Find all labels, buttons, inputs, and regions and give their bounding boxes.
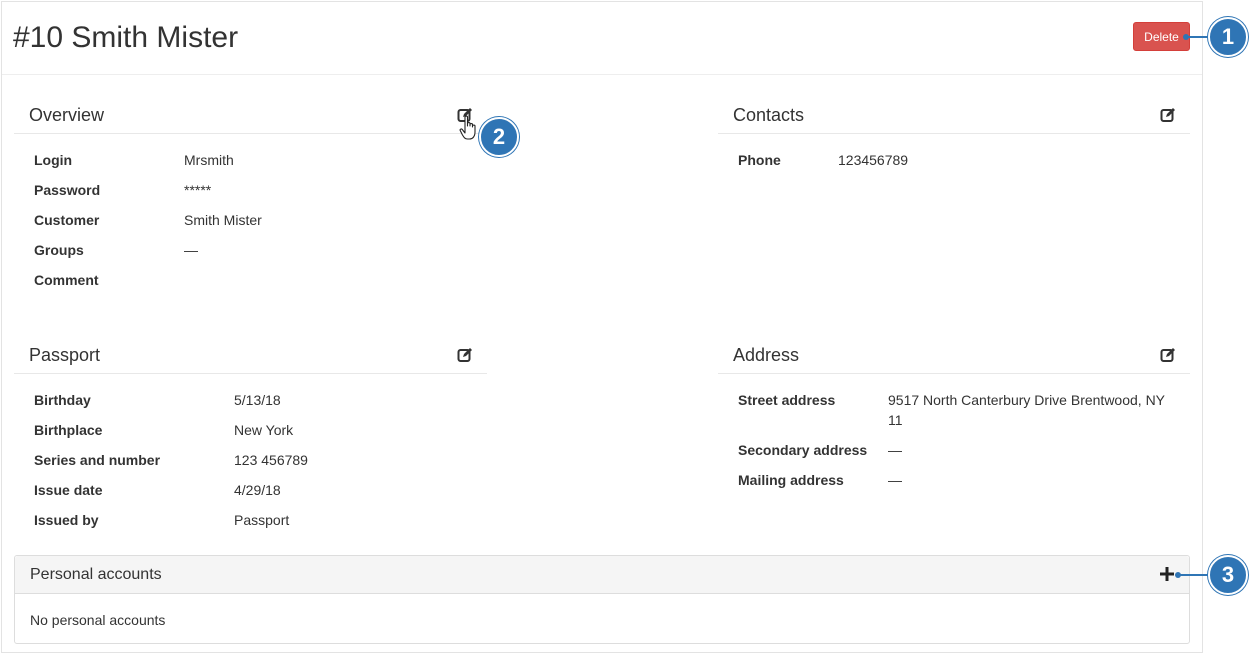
personal-accounts-empty-text: No personal accounts	[30, 612, 166, 628]
callout-3-line	[1178, 574, 1210, 576]
street-address-label: Street address	[738, 392, 836, 408]
hand-cursor-icon	[459, 115, 476, 140]
contacts-title: Contacts	[733, 105, 805, 125]
callout-1-badge: 1	[1208, 17, 1248, 57]
callout-3-badge: 3	[1208, 555, 1248, 595]
issue-date-label: Issue date	[34, 482, 103, 498]
callout-2-badge: 2	[479, 117, 519, 157]
series-number-value: 123 456789	[234, 452, 308, 468]
plus-icon[interactable]	[1158, 565, 1176, 583]
address-panel-header: Address	[718, 336, 1190, 374]
customer-value: Smith Mister	[184, 212, 262, 228]
customer-label: Customer	[34, 212, 100, 228]
personal-accounts-title: Personal accounts	[30, 566, 162, 583]
login-label: Login	[34, 152, 73, 168]
contacts-edit-icon[interactable]	[1160, 107, 1176, 123]
passport-title: Passport	[29, 345, 101, 365]
groups-label: Groups	[34, 242, 84, 258]
birthday-label: Birthday	[34, 392, 91, 408]
issue-date-value: 4/29/18	[234, 482, 281, 498]
secondary-address-value: —	[888, 442, 902, 458]
password-label: Password	[34, 182, 101, 198]
address-edit-icon[interactable]	[1160, 347, 1176, 363]
mailing-address-label: Mailing address	[738, 472, 844, 488]
comment-label: Comment	[34, 272, 99, 288]
street-address-value: 9517 North Canterbury Drive Brentwood, N…	[888, 392, 1166, 408]
header-divider	[2, 74, 1202, 75]
login-value: Mrsmith	[184, 152, 234, 168]
callout-1-line	[1186, 36, 1210, 38]
overview-title: Overview	[29, 105, 105, 125]
issued-by-label: Issued by	[34, 512, 99, 528]
passport-edit-icon[interactable]	[457, 347, 473, 363]
birthplace-value: New York	[234, 422, 294, 438]
personal-accounts-header: Personal accounts	[15, 556, 1189, 594]
street-address-value-line2: 11	[888, 412, 903, 428]
overview-panel-header: Overview	[14, 96, 487, 134]
contacts-panel-header: Contacts	[718, 96, 1190, 134]
issued-by-value: Passport	[234, 512, 290, 528]
birthday-value: 5/13/18	[234, 392, 281, 408]
page-title: #10 Smith Mister	[13, 21, 239, 54]
groups-value: —	[184, 242, 198, 258]
secondary-address-label: Secondary address	[738, 442, 868, 458]
passport-panel-header: Passport	[14, 336, 487, 374]
birthplace-label: Birthplace	[34, 422, 103, 438]
personal-accounts-panel: Personal accounts No personal accounts	[14, 555, 1190, 644]
mailing-address-value: —	[888, 472, 902, 488]
phone-label: Phone	[738, 152, 781, 168]
delete-button[interactable]: Delete	[1133, 22, 1190, 51]
series-number-label: Series and number	[34, 452, 161, 468]
address-title: Address	[733, 345, 800, 365]
password-value: *****	[184, 182, 212, 198]
phone-value: 123456789	[838, 152, 909, 168]
